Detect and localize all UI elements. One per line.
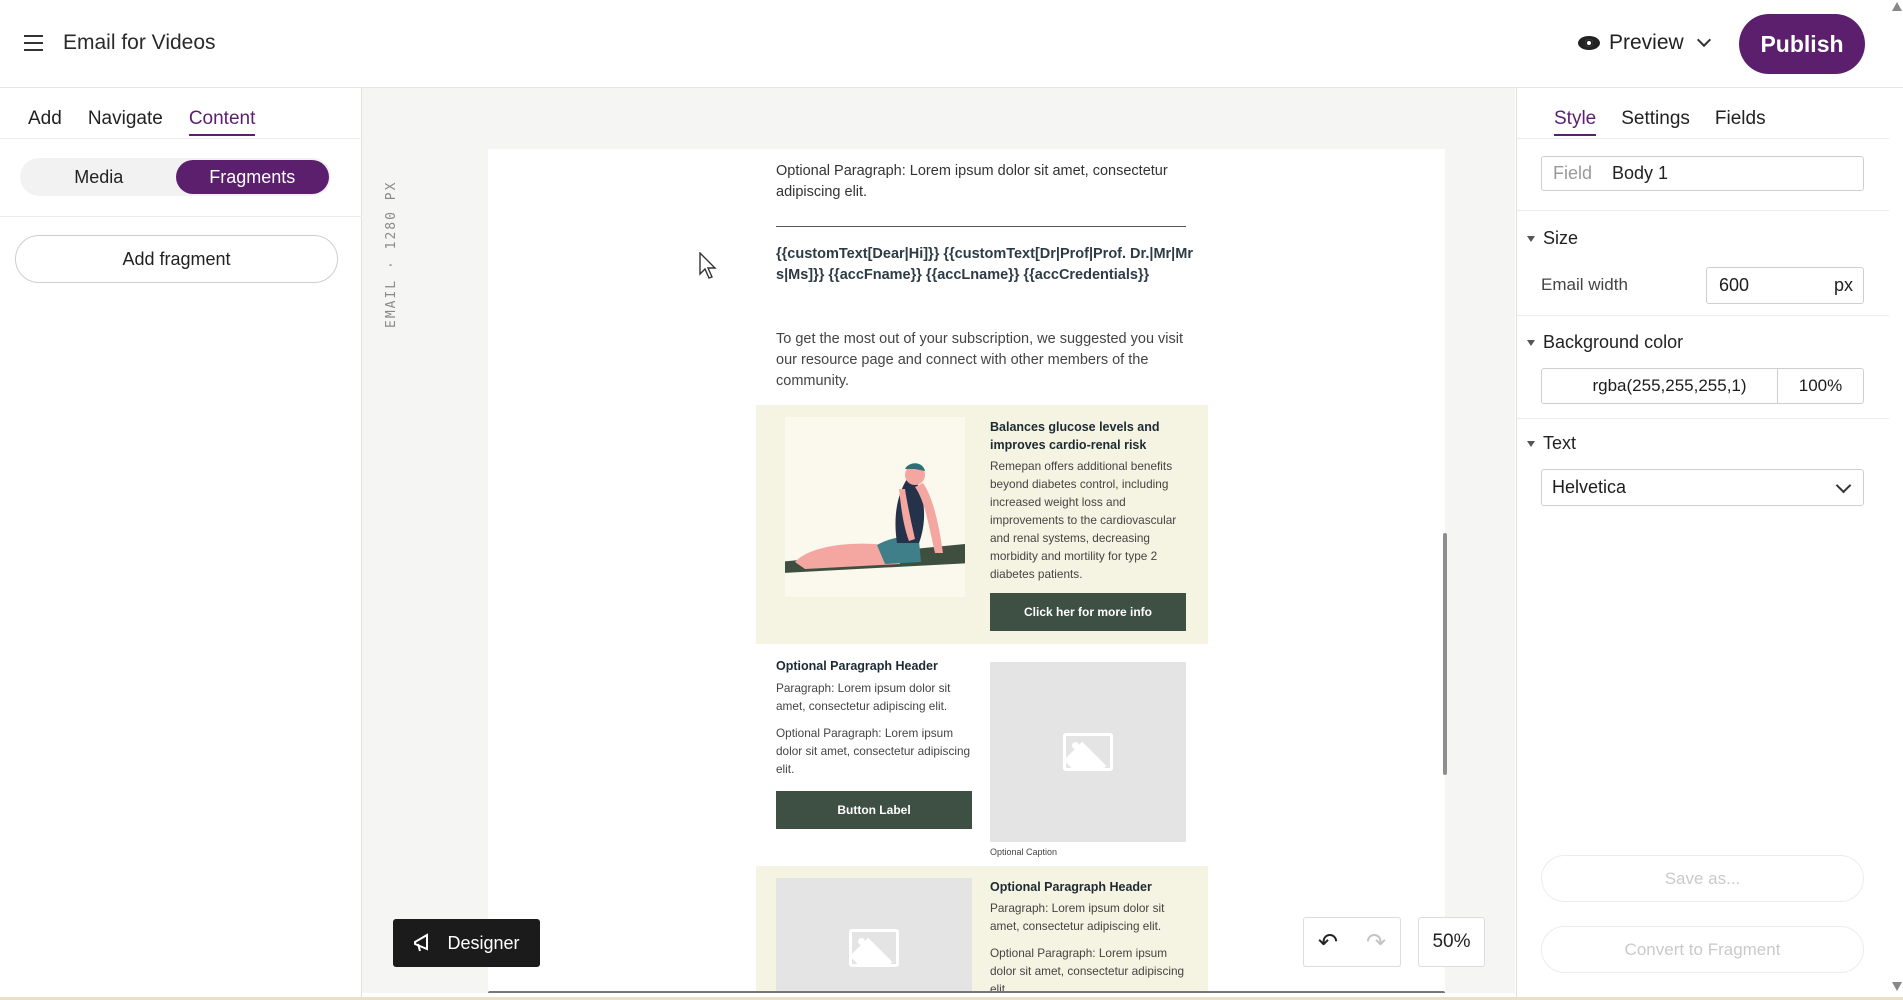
- add-fragment-button[interactable]: Add fragment: [15, 235, 338, 283]
- paragraph-text[interactable]: Paragraph: Lorem ipsum dolor sit amet, c…: [990, 899, 1190, 935]
- divider: [0, 138, 362, 139]
- text-heading: Text: [1543, 433, 1577, 453]
- font-family-select[interactable]: Helvetica: [1541, 469, 1864, 506]
- divider-line[interactable]: [776, 226, 1186, 227]
- button-label[interactable]: Button Label: [776, 791, 972, 829]
- text-section-toggle[interactable]: Text: [1527, 433, 1877, 454]
- segment-media[interactable]: Media: [22, 160, 176, 194]
- divider: [0, 216, 362, 217]
- undo-redo-group: ↶ ↷: [1303, 917, 1401, 967]
- background-heading: Background color: [1543, 332, 1684, 352]
- hamburger-menu-icon[interactable]: [14, 28, 52, 58]
- image-icon: [849, 929, 899, 967]
- chevron-down-icon: [1696, 32, 1711, 48]
- tab-add[interactable]: Add: [28, 108, 62, 136]
- tab-content[interactable]: Content: [188, 108, 256, 136]
- preview-button[interactable]: Preview: [1578, 28, 1711, 58]
- field-value: Body 1: [1612, 163, 1669, 183]
- background-opacity-input[interactable]: 100%: [1778, 369, 1863, 403]
- publish-button[interactable]: Publish: [1739, 14, 1865, 74]
- right-tabs: Style Settings Fields: [1554, 108, 1766, 136]
- segment-fragments[interactable]: Fragments: [175, 160, 329, 194]
- zoom-level[interactable]: 50%: [1418, 917, 1485, 967]
- tab-fields[interactable]: Fields: [1715, 108, 1766, 136]
- paragraph-text[interactable]: Paragraph: Lorem ipsum dolor sit amet, c…: [776, 679, 976, 715]
- optional-paragraph[interactable]: Optional Paragraph: Lorem ipsum dolor si…: [776, 724, 976, 778]
- email-page[interactable]: Optional Paragraph: Lorem ipsum dolor si…: [488, 149, 1445, 993]
- save-as-button[interactable]: Save as...: [1541, 855, 1864, 902]
- email-width-input[interactable]: 600 px: [1706, 266, 1864, 304]
- tab-navigate[interactable]: Navigate: [88, 108, 163, 136]
- divider: [1517, 138, 1889, 139]
- image-placeholder[interactable]: [776, 878, 972, 993]
- field-selector[interactable]: Field Body 1: [1541, 156, 1864, 191]
- yoga-illustration[interactable]: [779, 417, 975, 597]
- mouse-cursor-icon: [699, 252, 717, 279]
- left-panel: Add Navigate Content Media Fragments Add…: [0, 88, 362, 1000]
- feature-block[interactable]: Balances glucose levels and improves car…: [756, 405, 1208, 644]
- caret-down-icon: [1527, 339, 1535, 346]
- designer-label: Designer: [447, 932, 520, 953]
- size-section: Size: [1527, 228, 1877, 249]
- feature-title[interactable]: Balances glucose levels and improves car…: [990, 418, 1190, 454]
- background-color-field: rgba(255,255,255,1) 100%: [1541, 368, 1864, 404]
- preview-label: Preview: [1609, 31, 1684, 54]
- email-width-unit: px: [1833, 274, 1853, 295]
- caret-down-icon: [1527, 440, 1535, 447]
- email-width-label: Email width: [1541, 275, 1628, 294]
- megaphone-icon: [414, 933, 429, 952]
- app-title: Email for Videos: [63, 31, 216, 54]
- divider: [1517, 210, 1889, 211]
- image-icon: [1063, 733, 1113, 771]
- tab-style[interactable]: Style: [1554, 108, 1597, 136]
- merge-field-greeting[interactable]: {{customText[Dear|Hi]}} {{customText[Dr|…: [776, 244, 1196, 286]
- designer-button[interactable]: Designer: [393, 919, 540, 967]
- image-caption[interactable]: Optional Caption: [990, 847, 1057, 857]
- intro-paragraph[interactable]: To get the most out of your subscription…: [776, 329, 1186, 392]
- yoga-person-icon: [779, 463, 975, 573]
- scroll-down-arrow-icon[interactable]: [1892, 982, 1902, 991]
- background-section: Background color: [1527, 332, 1877, 353]
- caret-down-icon: [1527, 235, 1535, 242]
- divider: [1517, 315, 1889, 316]
- tab-settings[interactable]: Settings: [1621, 108, 1690, 136]
- top-bar: Email for Videos Preview Publish: [0, 0, 1903, 88]
- email-width-row: Email width 600 px: [1541, 266, 1864, 304]
- font-family-value: Helvetica: [1552, 477, 1627, 497]
- paragraph-header[interactable]: Optional Paragraph Header: [990, 880, 1190, 894]
- paragraph-block[interactable]: Optional Paragraph Header Paragraph: Lor…: [756, 866, 1208, 993]
- optional-paragraph[interactable]: Optional Paragraph: Lorem ipsum dolor si…: [990, 944, 1190, 993]
- divider: [1517, 418, 1889, 419]
- background-color-input[interactable]: rgba(255,255,255,1): [1542, 369, 1778, 403]
- more-info-button[interactable]: Click her for more info: [990, 593, 1186, 631]
- convert-to-fragment-button[interactable]: Convert to Fragment: [1541, 926, 1864, 973]
- background-section-toggle[interactable]: Background color: [1527, 332, 1877, 353]
- optional-paragraph[interactable]: Optional Paragraph: Lorem ipsum dolor si…: [776, 161, 1196, 203]
- image-placeholder[interactable]: [990, 662, 1186, 842]
- canvas-ruler-label: EMAIL · 1280 PX: [384, 180, 399, 328]
- email-width-value: 600: [1719, 274, 1750, 295]
- email-canvas[interactable]: EMAIL · 1280 PX Optional Paragraph: Lore…: [362, 88, 1515, 993]
- field-label: Field: [1553, 163, 1593, 183]
- feature-text[interactable]: Remepan offers additional benefits beyon…: [990, 457, 1190, 583]
- chevron-down-icon: [1835, 477, 1852, 493]
- text-section: Text: [1527, 433, 1877, 454]
- paragraph-header[interactable]: Optional Paragraph Header: [776, 659, 976, 673]
- right-panel: Style Settings Fields Field Body 1 Size …: [1516, 88, 1889, 1000]
- redo-icon[interactable]: ↷: [1366, 928, 1386, 957]
- left-tabs: Add Navigate Content: [28, 108, 256, 136]
- horizontal-scrollbar[interactable]: [488, 991, 1445, 993]
- vertical-scrollbar[interactable]: [1443, 533, 1447, 775]
- eye-icon: [1578, 36, 1600, 50]
- scroll-up-arrow-icon[interactable]: [1892, 2, 1902, 11]
- media-fragments-toggle: Media Fragments: [20, 158, 331, 196]
- size-section-toggle[interactable]: Size: [1527, 228, 1877, 249]
- size-heading: Size: [1543, 228, 1579, 248]
- undo-icon[interactable]: ↶: [1318, 928, 1338, 957]
